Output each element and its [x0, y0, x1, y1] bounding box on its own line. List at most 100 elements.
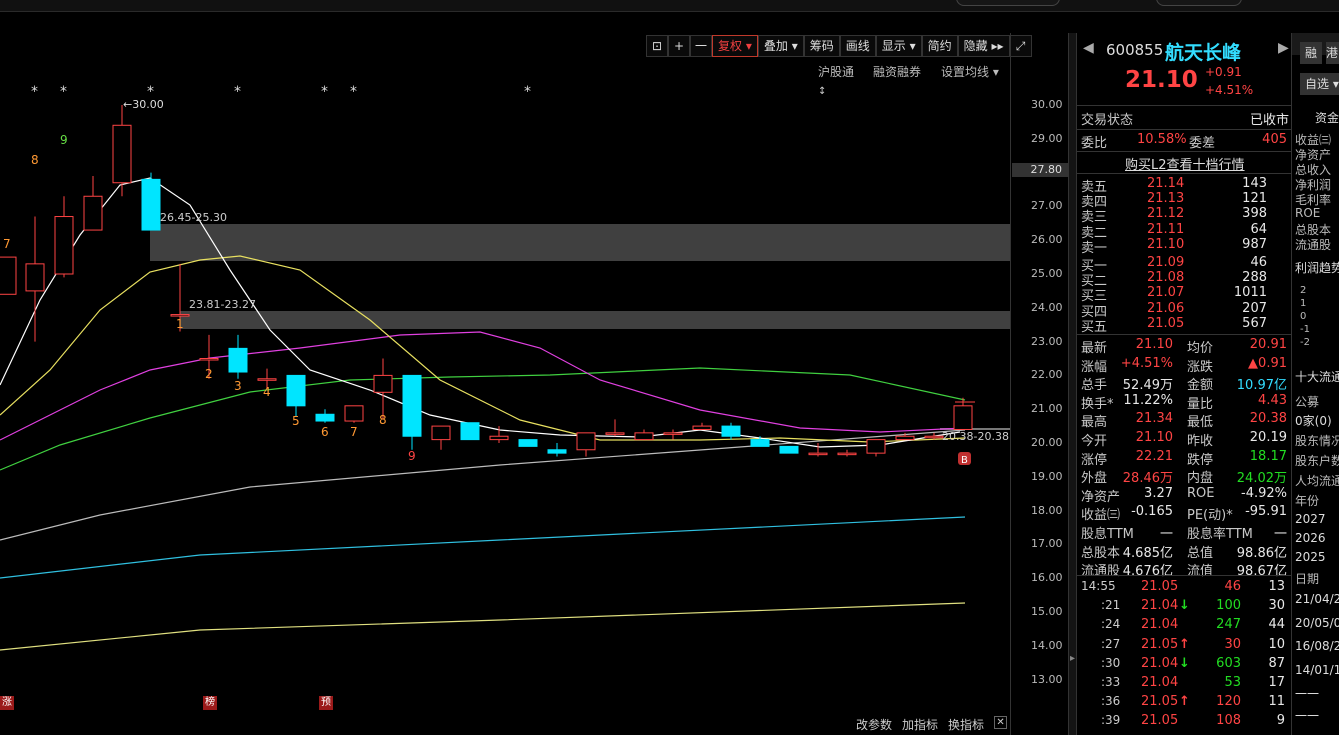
candle-up[interactable] [112, 124, 132, 184]
ob-price: 21.06 [1147, 300, 1185, 316]
candle-up[interactable] [431, 425, 451, 441]
event-star-icon: * [321, 84, 328, 100]
stat-label: 涨跌 [1187, 359, 1214, 375]
stat-label: 换手* [1081, 396, 1114, 412]
draw-line-button[interactable]: 画线 [839, 35, 876, 57]
candle-down[interactable] [721, 425, 741, 437]
holder-info-label: 股东情况 [1295, 434, 1339, 448]
candle-up[interactable] [692, 425, 712, 430]
hk-button[interactable]: 港 [1326, 42, 1339, 64]
candle-up[interactable] [199, 358, 219, 361]
simple-mode-button[interactable]: 简约 [921, 35, 958, 57]
tick-volume: 30 [1224, 636, 1241, 652]
switch-indicator-button[interactable]: 换指标 [948, 716, 984, 733]
tick-time: :27 [1101, 636, 1121, 651]
zoom-out-button[interactable]: 一 [690, 35, 712, 57]
flag-limit-up[interactable]: 涨 [0, 696, 14, 710]
flag-forecast[interactable]: 预 [319, 696, 333, 710]
candle-up[interactable] [373, 374, 393, 393]
tick-count: 30 [1268, 598, 1285, 614]
tick-volume: 603 [1216, 655, 1241, 671]
hk-connect-link[interactable]: 沪股通 [818, 63, 854, 80]
candle-down[interactable] [518, 439, 538, 447]
tick-count: 44 [1268, 617, 1285, 633]
overlay-dropdown[interactable]: 叠加 ▾ [757, 35, 804, 57]
ob-price: 21.14 [1147, 176, 1185, 191]
candle-up[interactable] [0, 256, 17, 295]
flag-ranking[interactable]: 榜 [203, 696, 217, 710]
top10-holders-title: 十大流通 [1295, 370, 1339, 384]
candle-down[interactable] [779, 445, 799, 454]
candle-up[interactable] [634, 432, 654, 441]
candle-down[interactable] [286, 374, 306, 407]
panel-splitter[interactable]: ▸ [1068, 33, 1076, 735]
kline-chart-area[interactable]: ←30.00 26.45-25.30 23.81-23.27 20.38-20.38 7… [0, 33, 1068, 735]
bid-row[interactable]: 买五 21.05 567 [1081, 316, 1289, 335]
candle-up[interactable] [25, 263, 45, 292]
td-count-down: 3 [234, 379, 242, 393]
edit-params-button[interactable]: 改参数 [856, 716, 892, 733]
hide-button[interactable]: 隐藏 ▸▸ [957, 35, 1010, 57]
candle-down[interactable] [750, 439, 770, 447]
ob-price: 21.11 [1147, 221, 1185, 237]
event-star-icon: * [234, 84, 241, 100]
tick-row: 14:55 21.05 46 13 [1081, 579, 1289, 597]
top-pill-2[interactable] [1156, 0, 1242, 6]
candle-up[interactable] [257, 378, 277, 381]
close-indicator-icon[interactable]: ✕ [994, 716, 1008, 729]
stat-value: 28.46万 [1122, 471, 1173, 487]
l2-purchase-link[interactable]: 购买L2查看十档行情 [1125, 154, 1245, 173]
watchlist-button[interactable]: 自选 ▾ [1300, 73, 1339, 95]
candle-up[interactable] [605, 432, 625, 435]
tick-arrow-icon: ↑ [1179, 694, 1190, 710]
candle-up[interactable] [170, 314, 190, 317]
candle-down[interactable] [315, 413, 335, 422]
candle-down[interactable] [141, 178, 161, 231]
price-axis-label: 13.00 [1031, 672, 1063, 686]
candle-up[interactable] [837, 452, 857, 456]
td-count-up: 9 [60, 133, 68, 147]
ma250-line [0, 516, 966, 579]
candle-up[interactable] [489, 435, 509, 441]
top-search-pill[interactable] [956, 0, 1060, 6]
candle-up[interactable] [953, 405, 973, 430]
finance-header: 资金 [1315, 111, 1339, 125]
ob-label: 卖一 [1081, 240, 1108, 256]
stat-value: 98.86亿 [1236, 545, 1287, 561]
candle-up[interactable] [344, 405, 364, 422]
lock-icon[interactable]: ⊡ [646, 35, 668, 57]
dash-item: 一一 [1295, 687, 1320, 701]
candle-up[interactable] [576, 432, 596, 451]
candle-down[interactable] [402, 374, 422, 437]
stat-label: 流值 [1187, 564, 1214, 580]
candle-up[interactable] [924, 435, 944, 439]
zoom-in-button[interactable]: + [668, 35, 690, 57]
candle-up[interactable] [83, 195, 103, 231]
candle-up[interactable] [895, 435, 915, 441]
ma10-line [0, 255, 966, 443]
candle-down[interactable] [547, 449, 567, 454]
display-dropdown[interactable]: 显示 ▾ [875, 35, 922, 57]
current-price-marker: 27.80 [1012, 163, 1068, 177]
ob-price: 21.13 [1147, 191, 1185, 207]
kline-chart-svg[interactable]: ←30.00 26.45-25.30 23.81-23.27 20.38-20.38 7… [0, 33, 1010, 735]
candle-up[interactable] [808, 452, 828, 456]
candle-down[interactable] [228, 347, 248, 373]
margin-trading-link[interactable]: 融资融券 [873, 63, 921, 80]
ask-row[interactable]: 卖一 21.10 987 [1081, 237, 1289, 256]
stat-row: 最新 21.10 均价 20.91 [1081, 337, 1289, 356]
restore-rights-dropdown[interactable]: 复权 ▾ [712, 35, 758, 57]
collapse-arrow-icon[interactable]: ▸ [1070, 653, 1075, 664]
candle-up[interactable] [866, 439, 886, 454]
candle-up[interactable] [54, 216, 74, 275]
chips-button[interactable]: 筹码 [803, 35, 840, 57]
tick-time: :36 [1101, 694, 1121, 709]
margin-button[interactable]: 融 [1300, 42, 1322, 64]
ma-settings-dropdown[interactable]: 设置均线 ▾ [941, 63, 999, 80]
prev-stock-icon[interactable]: ◀ [1083, 40, 1094, 56]
stat-value: ▲0.91 [1248, 355, 1287, 371]
candle-up[interactable] [663, 432, 683, 435]
add-indicator-button[interactable]: 加指标 [902, 716, 938, 733]
next-stock-icon[interactable]: ▶ [1278, 40, 1289, 56]
candle-down[interactable] [460, 422, 480, 441]
